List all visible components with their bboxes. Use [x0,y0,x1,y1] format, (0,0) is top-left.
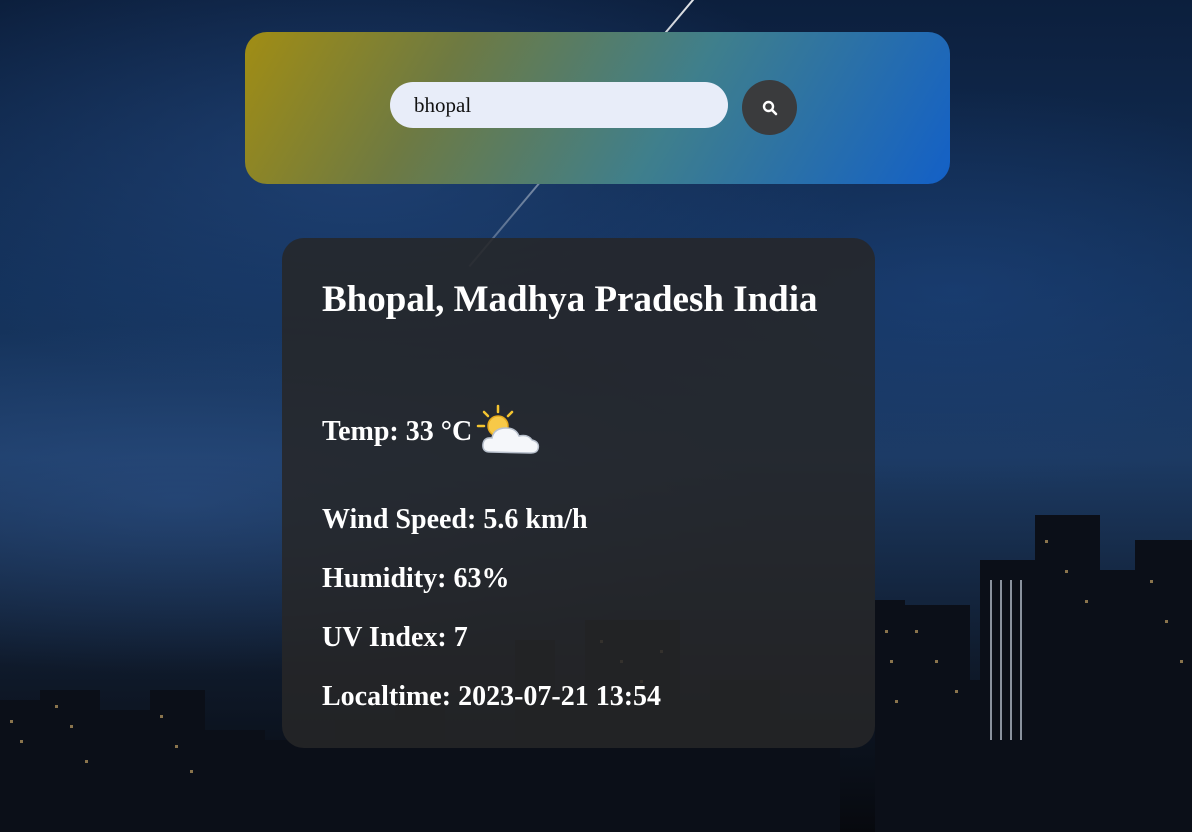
search-panel [245,32,950,184]
wind-speed-text: Wind Speed: 5.6 km/h [322,504,588,535]
uv-index-text: UV Index: 7 [322,622,468,653]
temperature-text: Temp: 33 °C [322,416,473,447]
weather-card: Bhopal, Madhya Pradesh India Temp: 33 °C… [282,238,875,748]
temperature-row: Temp: 33 °C [322,404,546,460]
humidity-text: Humidity: 63% [322,563,510,594]
location-title: Bhopal, Madhya Pradesh India [322,279,818,320]
search-icon [762,100,777,115]
localtime-text: Localtime: 2023-07-21 13:54 [322,681,662,712]
search-button[interactable] [742,80,797,135]
search-input[interactable] [390,82,728,128]
partly-cloudy-icon [476,404,540,454]
